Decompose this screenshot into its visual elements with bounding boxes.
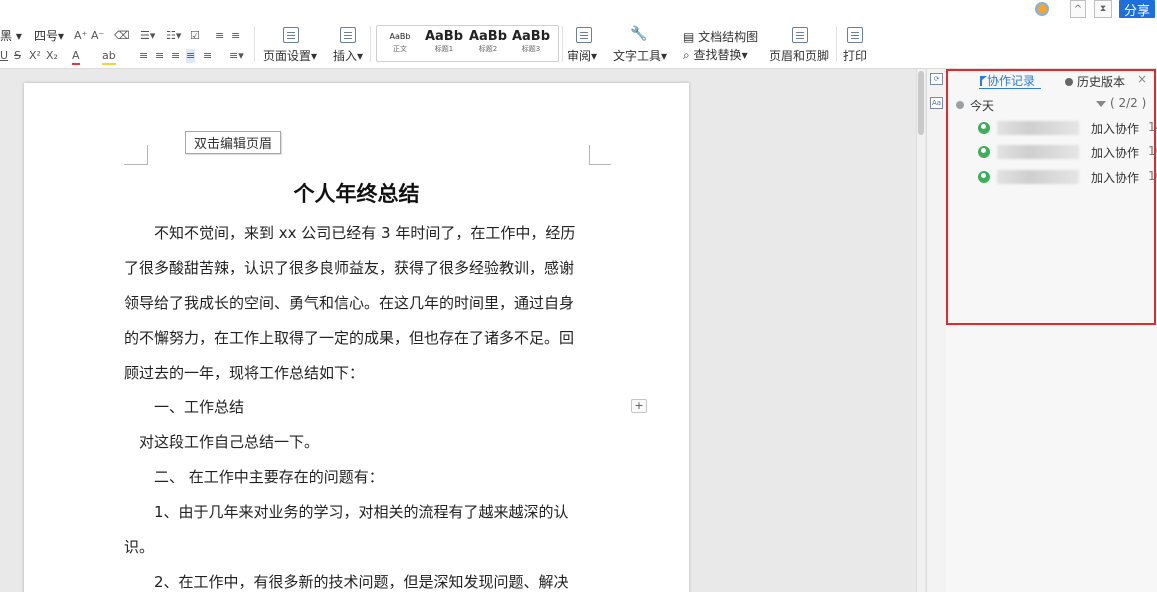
- header-footer-button[interactable]: 页眉和页脚: [769, 49, 829, 63]
- collaboration-panel: 协作记录 历史版本 × 今天 ( 2/2 ) 加入协作 14:34 加入协作 1…: [946, 69, 1157, 592]
- distribute-icon[interactable]: ≡: [203, 49, 212, 63]
- style-heading1[interactable]: AaBb 标题1: [423, 29, 465, 57]
- vertical-scrollbar[interactable]: [916, 69, 925, 592]
- document-title[interactable]: 个人年终总结: [24, 178, 689, 208]
- blurred-username: [997, 145, 1079, 159]
- align-center-icon[interactable]: ≡: [155, 49, 164, 63]
- tab-history-versions[interactable]: 历史版本: [1065, 73, 1125, 90]
- grow-font-button[interactable]: A⁺: [74, 29, 87, 43]
- align-left-icon[interactable]: ≡: [139, 49, 148, 63]
- style-heading3[interactable]: AaBb 标题3: [510, 29, 552, 57]
- document-canvas: 双击编辑页眉 个人年终总结 不知不觉间，来到 xx 公司已经有 3 年时间了，在…: [0, 69, 916, 592]
- font-name-select[interactable]: 黑 ▾: [0, 29, 22, 43]
- collab-record-item[interactable]: 加入协作 10:39: [977, 168, 1157, 185]
- increase-indent-icon[interactable]: ≡: [231, 29, 240, 43]
- collapse-ribbon-button[interactable]: ^: [1070, 0, 1086, 18]
- flag-icon: [980, 75, 987, 86]
- add-content-button[interactable]: +: [631, 399, 647, 413]
- paragraph-line[interactable]: 2、在工作中，有很多新的技术问题，但是深知发现问题、解决: [124, 565, 604, 592]
- subscript-icon[interactable]: X₂: [46, 49, 58, 63]
- page-setup-button[interactable]: 页面设置▾: [263, 49, 317, 63]
- user-icon: [978, 122, 990, 134]
- close-icon[interactable]: ×: [1137, 72, 1147, 86]
- printer-icon: [847, 27, 863, 43]
- insert-button[interactable]: 插入▾: [333, 49, 363, 63]
- scrollbar-thumb[interactable]: [918, 71, 924, 135]
- font-size-select[interactable]: 四号▾: [34, 29, 64, 43]
- superscript-icon[interactable]: X²: [29, 49, 41, 63]
- user-avatar[interactable]: [1032, 0, 1052, 18]
- edit-header-hint[interactable]: 双击编辑页眉: [185, 131, 282, 154]
- decrease-indent-icon[interactable]: ≡: [215, 29, 224, 43]
- filter-button[interactable]: ( 2/2 ): [1096, 96, 1146, 110]
- header-footer-icon: [792, 27, 808, 43]
- paragraph-line[interactable]: 不知不觉间，来到 xx 公司已经有 3 年时间了，在工作中，经历: [124, 216, 604, 251]
- bullet-list-icon[interactable]: ☰▾: [140, 29, 155, 43]
- paragraph-line[interactable]: 了很多酸甜苦辣，认识了很多良师益友，获得了很多经验教训，感谢: [124, 251, 604, 286]
- collapse-dot-icon: [956, 101, 964, 109]
- page-setup-icon: [283, 27, 299, 43]
- style-strip-icon[interactable]: Aa: [930, 97, 943, 109]
- paragraph-line[interactable]: 识。: [124, 530, 604, 565]
- history-icon[interactable]: ⧗: [1094, 0, 1112, 18]
- align-right-icon[interactable]: ≡: [171, 49, 180, 63]
- highlight-icon[interactable]: ab: [102, 49, 116, 65]
- paragraph-line[interactable]: 领导给了我成长的空间、勇气和信心。在这几年的时间里，通过自身: [124, 286, 604, 321]
- active-tab-underline: [979, 88, 1041, 89]
- paragraph-line[interactable]: 的不懈努力，在工作上取得了一定的成果，但也存在了诸多不足。回: [124, 321, 604, 356]
- collab-record-item[interactable]: 加入协作 14:34: [977, 119, 1157, 136]
- wrench-icon: 🔧: [630, 26, 648, 42]
- doc-structure-button[interactable]: ▤ 文档结构图: [683, 30, 758, 44]
- clock-icon: [1065, 77, 1073, 86]
- strikethrough-icon[interactable]: S: [14, 49, 21, 63]
- filter-icon: [1096, 101, 1106, 107]
- paragraph-line[interactable]: 顾过去的一年，现将工作总结如下：: [124, 356, 604, 391]
- font-color-icon[interactable]: A: [72, 49, 80, 65]
- shrink-font-button[interactable]: A⁻: [91, 29, 104, 43]
- collab-record-item[interactable]: 加入协作 10:53: [977, 143, 1157, 160]
- checklist-icon[interactable]: ☑: [190, 29, 200, 43]
- justify-icon[interactable]: ≡: [186, 49, 196, 63]
- side-icon-strip: ⟳ Aa: [926, 69, 946, 592]
- blurred-username: [997, 170, 1079, 184]
- eraser-icon[interactable]: ⌫: [114, 29, 130, 43]
- paragraph-line[interactable]: 对这段工作自己总结一下。: [124, 425, 604, 460]
- share-button[interactable]: 分享: [1119, 0, 1155, 19]
- numbered-list-icon[interactable]: ☷▾: [166, 29, 181, 43]
- document-page[interactable]: 双击编辑页眉 个人年终总结 不知不觉间，来到 xx 公司已经有 3 年时间了，在…: [24, 83, 689, 592]
- review-icon: [576, 27, 592, 43]
- print-button[interactable]: 打印: [843, 49, 867, 63]
- text-tools-button[interactable]: 文字工具▾: [613, 49, 667, 63]
- review-button[interactable]: 审阅▾: [567, 49, 597, 63]
- style-normal[interactable]: AaBb 正文: [379, 29, 421, 57]
- ribbon-toolbar: 黑 ▾ 四号▾ A⁺ A⁻ ⌫ ☰▾ ☷▾ ☑ ≡ ≡ U S X² X₂ A …: [0, 22, 1157, 69]
- history-strip-icon[interactable]: ⟳: [930, 73, 943, 85]
- find-replace-button[interactable]: ⌕ 查找替换▾: [683, 48, 748, 62]
- paragraph-line[interactable]: 二、 在工作中主要存在的问题有：: [124, 460, 604, 495]
- avatar-icon: [1035, 2, 1049, 16]
- user-icon: [978, 146, 990, 158]
- title-bar: ^ ⧗ 分享: [0, 0, 1157, 22]
- user-icon: [978, 171, 990, 183]
- line-spacing-icon[interactable]: ≡▾: [229, 49, 244, 63]
- style-heading2[interactable]: AaBb 标题2: [467, 29, 509, 57]
- margin-corner-left: [124, 145, 148, 165]
- paragraph-line[interactable]: 一、工作总结: [124, 390, 604, 425]
- margin-corner-right: [589, 145, 611, 165]
- underline-icon[interactable]: U: [0, 49, 8, 63]
- paragraph-line[interactable]: 1、由于几年来对业务的学习，对相关的流程有了越来越深的认: [124, 495, 604, 530]
- blurred-username: [997, 121, 1079, 135]
- insert-icon: [340, 27, 356, 43]
- tab-collab-record[interactable]: 协作记录: [980, 72, 1035, 89]
